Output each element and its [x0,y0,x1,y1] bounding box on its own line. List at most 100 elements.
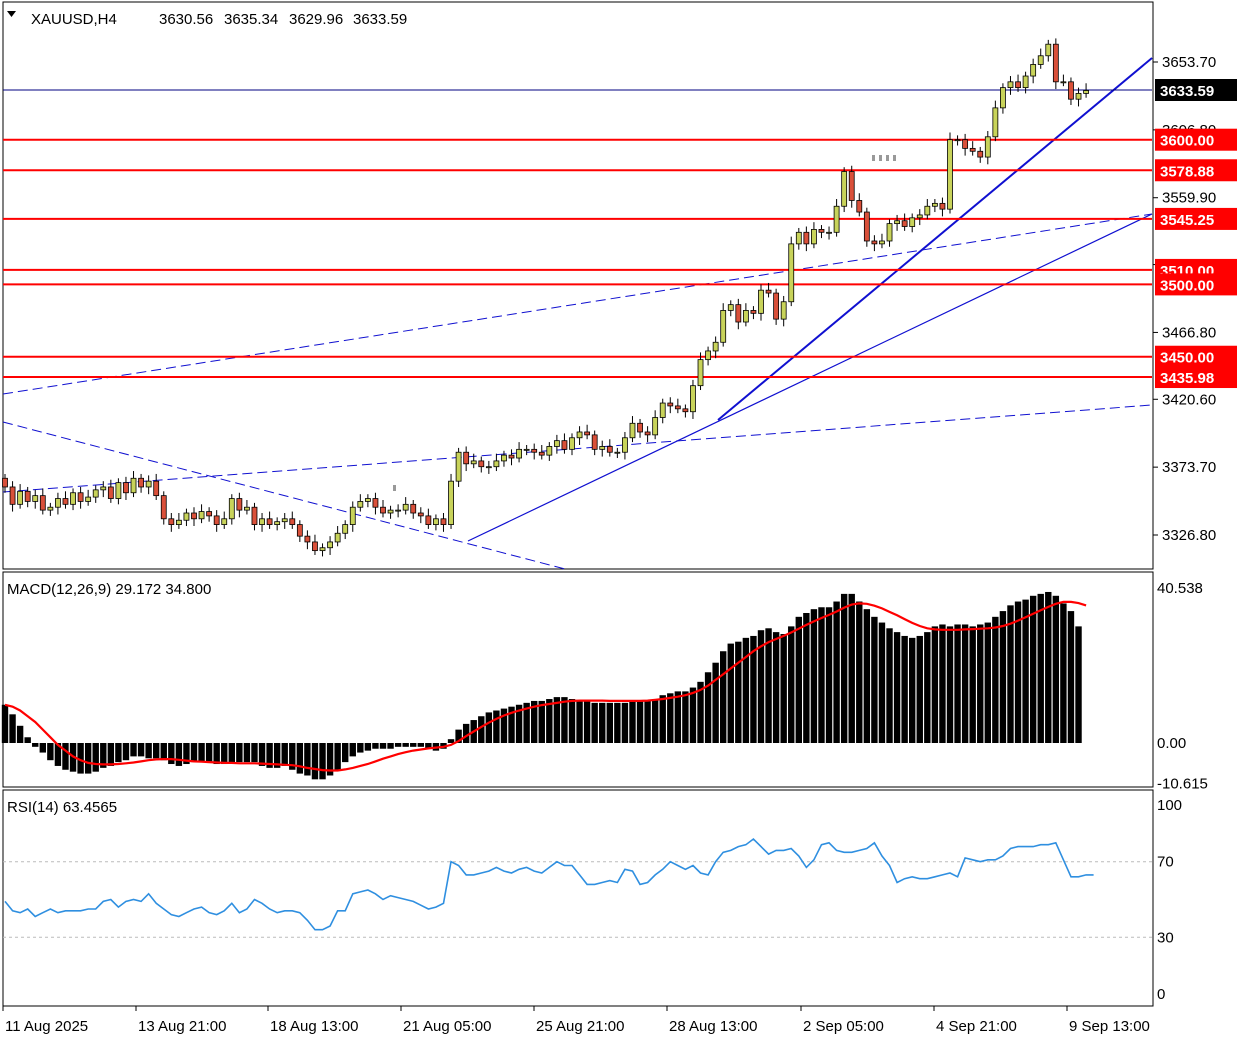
candle-body [228,498,235,520]
macd-tick-label: 40.538 [1157,580,1203,597]
rsi-tick-label: 100 [1157,797,1182,814]
macd-bar [130,743,137,757]
macd-bar [871,616,878,743]
candle-body [1052,43,1059,83]
macd-bar [47,743,54,761]
candle-body [599,446,606,450]
candle-body [448,480,454,525]
level-tag-text: 3600.00 [1160,133,1214,150]
candle-body [735,304,742,323]
macd-bar [999,611,1007,743]
candle-body [1030,64,1037,77]
time-tick-label: 21 Aug 05:00 [403,1018,491,1035]
candle-body [705,350,711,361]
candle-body [251,506,258,525]
price-panel[interactable] [2,1,1154,570]
macd-bar [402,743,409,747]
candle-body [637,422,643,433]
macd-bar [175,743,183,766]
macd-bar [62,743,69,770]
candle-body [24,490,31,502]
candle-body [969,147,976,152]
candle-body [1068,81,1074,100]
candle-body [901,220,908,227]
candle-body [833,205,840,233]
candle-body [380,506,386,514]
macd-bar [780,634,787,743]
macd-bar [735,641,742,743]
candle-body [478,460,485,468]
candle-body [531,448,538,453]
macd-bar [1037,593,1044,743]
candle-body [85,496,92,502]
macd-bar [909,637,916,743]
macd-bar [992,616,999,743]
candle-body [826,231,832,234]
candle-body [183,512,190,521]
candle-body [591,434,598,450]
macd-bar [720,651,727,743]
macd-bar [1052,595,1060,743]
current-price-text: 3633.59 [1160,83,1214,100]
candle-body [342,524,349,534]
macd-bar [939,624,946,743]
candle-body [123,482,129,494]
candle-body [425,515,432,525]
macd-bar [190,743,198,763]
macd-bar [977,624,984,743]
candle-body [508,454,515,459]
macd-bar [954,624,961,743]
candle-body [758,289,764,314]
candle-body [17,490,24,505]
macd-bar [198,743,205,763]
candle-body [886,223,893,242]
price-tick-label: 3420.60 [1162,391,1216,408]
macd-tick-label: -10.615 [1157,776,1208,793]
candle-body [1060,81,1067,84]
rsi-panel[interactable] [2,789,1154,1007]
candle-body [803,231,810,245]
macd-bar [946,626,954,743]
macd-bar [1014,601,1022,743]
macd-bar [901,635,908,743]
candle-body [304,535,311,543]
macd-bar [394,743,402,747]
macd-bar [1029,595,1037,743]
candle-body [39,495,46,511]
candle-body [576,431,583,439]
candle-body [455,451,462,482]
candle-body [652,417,659,436]
macd-bar [583,700,591,743]
macd-bar [803,612,810,743]
macd-bar [1022,599,1029,743]
candle-body [160,495,167,520]
candle-body [349,506,356,525]
candle-body [236,498,243,511]
macd-bar [621,702,629,743]
candle-body [584,431,591,436]
macd-bar [372,743,379,749]
macd-bar [296,743,304,774]
candle-body [614,451,621,454]
candle-body [364,498,371,502]
price-tick-label: 3373.70 [1162,459,1216,476]
candle-body [32,495,39,502]
candle-body [107,486,114,499]
macd-bar [243,743,251,763]
candle-body [622,437,628,453]
candle-body [720,310,727,343]
candle-body [871,240,878,245]
candle-body [153,480,160,497]
candle-body [274,521,281,525]
macd-bar [546,699,553,743]
candle-body [569,437,575,450]
candle-body [947,139,953,210]
ohlc-low: 3629.96 [289,11,343,28]
candle-body [516,448,522,459]
candle-body [296,524,303,537]
time-tick-label: 25 Aug 21:00 [536,1018,624,1035]
level-tag-text: 3500.00 [1160,277,1214,294]
rsi-indicator-label: RSI(14) 63.4565 [7,799,117,816]
trading-chart[interactable]: 3653.703606.803559.903513.703466.803420.… [0,0,1248,1040]
candle-body [939,202,946,210]
